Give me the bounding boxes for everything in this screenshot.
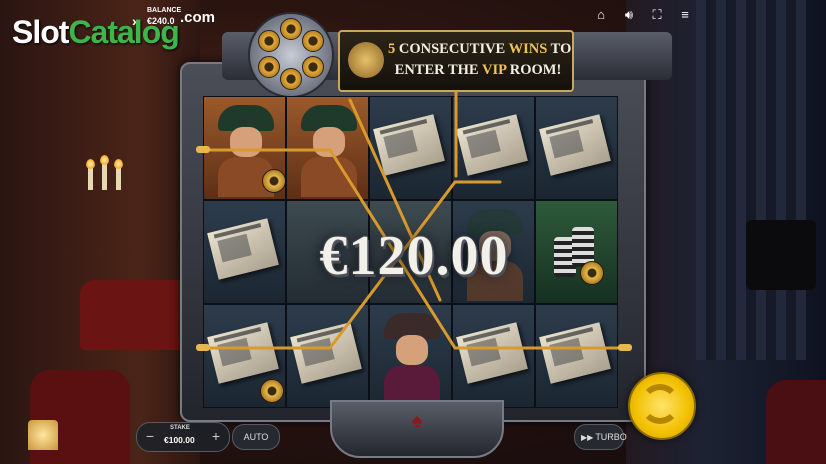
bullet-icon xyxy=(196,146,210,153)
balance-value: €240.0 xyxy=(147,16,175,26)
sound-icon[interactable]: 🔊︎ xyxy=(622,8,636,22)
home-icon[interactable]: ⌂ xyxy=(594,8,608,22)
turbo-button[interactable]: ▶▶ TURBO xyxy=(574,424,627,450)
win-amount: €120.00 xyxy=(319,225,509,287)
spin-arrows-icon xyxy=(640,384,680,424)
watermark-suffix: .com xyxy=(180,9,216,26)
frame-bottom-ornament: ♠ xyxy=(330,400,504,458)
spade-icon: ♠ xyxy=(411,410,423,432)
chevron-right-icon: › xyxy=(132,13,137,29)
menu-icon[interactable]: ≡ xyxy=(678,8,692,22)
bullet-icon xyxy=(196,344,210,351)
fullscreen-icon[interactable]: ⛶ xyxy=(650,8,664,22)
top-right-toolbar: ⌂ 🔊︎ ⛶ ≡ xyxy=(594,8,692,22)
stake-label: STAKE xyxy=(170,425,190,431)
stake-decrease-button[interactable]: − xyxy=(141,427,159,445)
autoplay-button[interactable]: AUTO xyxy=(232,424,280,450)
turbo-label: TURBO xyxy=(595,432,627,442)
stake-increase-button[interactable]: + xyxy=(207,427,225,445)
fast-forward-icon: ▶▶ xyxy=(581,433,594,442)
balance-label: BALANCE xyxy=(147,7,182,14)
stake-value: €100.00 xyxy=(164,435,195,445)
spin-button[interactable] xyxy=(628,372,696,440)
bullet-icon xyxy=(618,344,632,351)
